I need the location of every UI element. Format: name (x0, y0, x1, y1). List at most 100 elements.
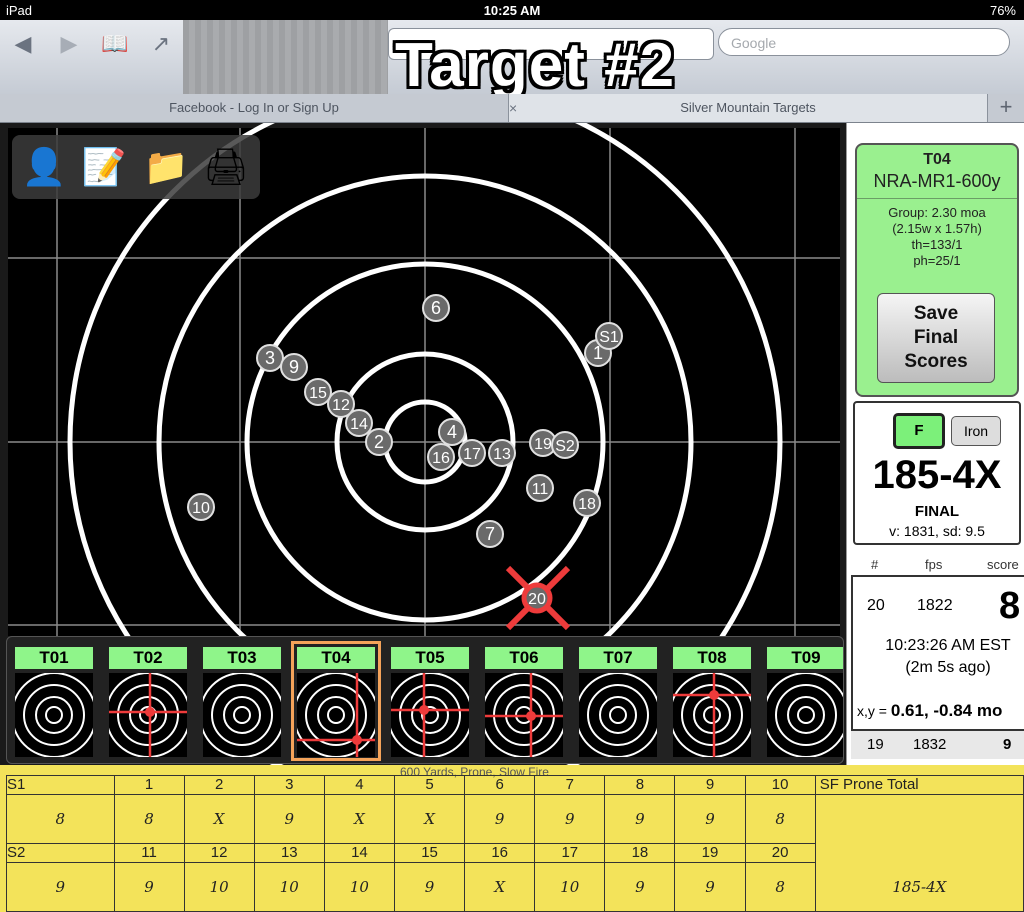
shot-marker[interactable]: 7 (476, 520, 504, 548)
target-thumb-t08[interactable]: T08 (669, 643, 755, 759)
iron-class-button[interactable]: Iron (951, 416, 1001, 446)
target-thumb-t04[interactable]: T04 (291, 641, 381, 761)
shot-marker[interactable]: 9 (280, 353, 308, 381)
total-label: SF Prone Total (814, 775, 1024, 795)
shot-col-num: 7 (534, 775, 606, 795)
shot-label: 13 (493, 446, 511, 463)
paper-scorecard: 600 Yards, Prone, Slow Fire S1 1 2 3 4 5 6 7 8 9 1… (0, 765, 1024, 912)
target-thumb-t01[interactable]: T01 (11, 643, 97, 759)
thumb-image (11, 672, 97, 758)
shot-score-cell: 9 (253, 794, 325, 844)
shot-label: 12 (332, 397, 350, 414)
shot-xy: x,y = 0.61, -0.84 mo (857, 701, 1002, 721)
browser-toolbar: ◀ ▶ 📖 ↗ Google Target #2 (0, 20, 1024, 100)
thumb-image (387, 672, 473, 758)
shot-label: 15 (309, 385, 327, 402)
close-tab-icon[interactable]: × (509, 94, 523, 122)
shot-marker[interactable]: 2 (365, 428, 393, 456)
shot-marker[interactable]: 6 (422, 294, 450, 322)
thumb-label: T05 (391, 647, 469, 669)
target-thumb-t03[interactable]: T03 (199, 643, 285, 759)
shot-marker[interactable]: 17 (458, 439, 486, 467)
velocity-stats: v: 1831, sd: 9.5 (889, 523, 985, 539)
thumb-label: T06 (485, 647, 563, 669)
shot-label: 9 (289, 357, 299, 377)
shot-score-cell: 9 (393, 862, 466, 912)
shot-score-cell: 9 (534, 794, 606, 844)
shot-marker[interactable]: S2 (551, 431, 579, 459)
thumb-label: T01 (15, 647, 93, 669)
shot-label: 4 (447, 422, 457, 442)
shot-ago: (2m 5s ago) (905, 659, 991, 676)
last-shot-card[interactable]: 20 1822 8 10:23:26 AM EST (2m 5s ago) x,… (851, 575, 1024, 731)
thumb-label: T07 (579, 647, 657, 669)
shot-marker[interactable]: 15 (304, 378, 332, 406)
thumb-image (481, 672, 567, 758)
shot-marker[interactable]: 10 (187, 493, 215, 521)
shot-col-num: 12 (183, 843, 255, 863)
target-thumbnail-strip: T01 T02 T03 T04 T05 T06 T07 T08 T09 (6, 636, 844, 764)
tab-silver-mountain[interactable]: Silver Mountain Targets (509, 94, 987, 122)
shot-label: 3 (265, 348, 275, 368)
back-icon[interactable]: ◀ (8, 32, 38, 56)
group-size: Group: 2.30 moa (888, 205, 986, 220)
add-tab-button[interactable]: + (987, 94, 1024, 122)
target-background (8, 128, 840, 636)
forward-icon[interactable]: ▶ (54, 32, 84, 56)
notepad-icon[interactable]: 📝 (78, 141, 130, 193)
shot-fps: 1822 (917, 597, 953, 614)
shot-col-num: 9 (674, 775, 746, 795)
divider (857, 198, 1017, 199)
shot-marker[interactable]: 20 (521, 582, 553, 614)
shot-marker[interactable]: 11 (526, 474, 554, 502)
status-bar: iPad 10:25 AM 76% (0, 0, 1024, 20)
shot-label: 10 (192, 500, 210, 517)
shot-score-cell: 9 (113, 862, 185, 912)
f-class-button[interactable]: F (893, 413, 945, 449)
bookmarks-icon[interactable]: 📖 (100, 32, 130, 56)
shot-col-num: 5 (393, 775, 466, 795)
shot-marker[interactable]: 13 (488, 439, 516, 467)
share-icon[interactable]: ↗ (146, 32, 176, 56)
shot-label: 6 (431, 298, 441, 318)
ph-value: ph=25/1 (913, 253, 961, 268)
shot-label: 2 (374, 432, 384, 452)
total-score: 185-4X (872, 453, 1002, 497)
shot-score-cell: 9 (6, 862, 115, 912)
printer-icon[interactable]: 🖨 (200, 141, 252, 193)
folder-icon[interactable]: 📁 (140, 141, 192, 193)
target-thumb-t09[interactable]: T09 (763, 643, 843, 759)
shot-score-cell: 8 (6, 794, 115, 844)
target-id: T04 (923, 151, 951, 168)
tab-facebook[interactable]: Facebook - Log In or Sign Up (0, 94, 509, 122)
scorecard-table: S1 1 2 3 4 5 6 7 8 9 10 SF Prone Total 88X9XX999981… (6, 775, 1024, 912)
col-num: # (871, 557, 879, 572)
shot-label: 14 (350, 416, 368, 433)
target-thumb-t02[interactable]: T02 (105, 643, 191, 759)
shot-score-cell: 10 (253, 862, 325, 912)
thumb-image (575, 672, 661, 758)
shot-marker[interactable]: 18 (573, 489, 601, 517)
shot-col-num: 14 (323, 843, 396, 863)
shot-score-cell: 9 (464, 794, 536, 844)
shot-row[interactable]: 19 1832 9 (851, 731, 1024, 759)
xy-value: 0.61, -0.84 mo (890, 701, 1003, 720)
target-thumb-t05[interactable]: T05 (387, 643, 473, 759)
target-tools: 👤 📝 📁 🖨 (12, 135, 260, 199)
total-value: 185-4X (814, 794, 1024, 912)
shot-score-cell: X (323, 794, 396, 844)
target-thumb-t07[interactable]: T07 (575, 643, 661, 759)
shot-marker[interactable]: 4 (438, 418, 466, 446)
shot-score-cell: 10 (534, 862, 606, 912)
row-label: S2 (6, 843, 115, 863)
save-final-scores-button[interactable]: Save Final Scores (877, 293, 995, 383)
shot-marker[interactable]: 3 (256, 344, 284, 372)
col-fps: fps (925, 557, 943, 572)
shot-marker[interactable]: 16 (427, 443, 455, 471)
target-info-card: T04 NRA-MR1-600y Group: 2.30 moa (2.15w … (855, 143, 1019, 397)
target-thumb-t06[interactable]: T06 (481, 643, 567, 759)
shot-marker[interactable]: 14 (345, 409, 373, 437)
search-input[interactable]: Google (718, 28, 1010, 56)
user-icon[interactable]: 👤 (18, 141, 70, 193)
shot-marker[interactable]: S1 (595, 322, 623, 350)
